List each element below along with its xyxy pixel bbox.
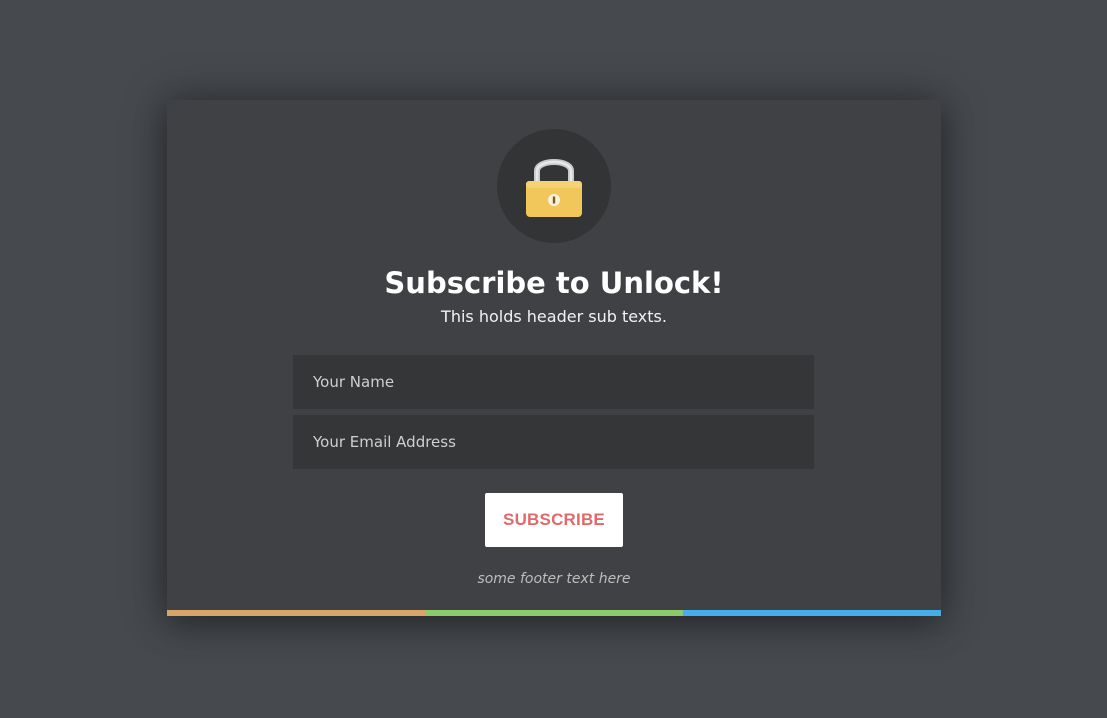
subscribe-modal: Subscribe to Unlock! This holds header s… [167,100,941,616]
footer-text: some footer text here [477,571,631,587]
accent-segment-green [425,610,683,616]
accent-color-bar [167,610,941,616]
modal-title: Subscribe to Unlock! [384,266,724,300]
lock-badge [497,129,611,243]
email-input[interactable] [293,415,814,469]
accent-segment-orange [167,610,425,616]
padlock-icon [526,159,582,217]
modal-subtitle: This holds header sub texts. [441,307,667,326]
subscribe-button[interactable]: SUBSCRIBE [485,493,623,547]
name-input[interactable] [293,355,814,409]
accent-segment-blue [683,610,941,616]
